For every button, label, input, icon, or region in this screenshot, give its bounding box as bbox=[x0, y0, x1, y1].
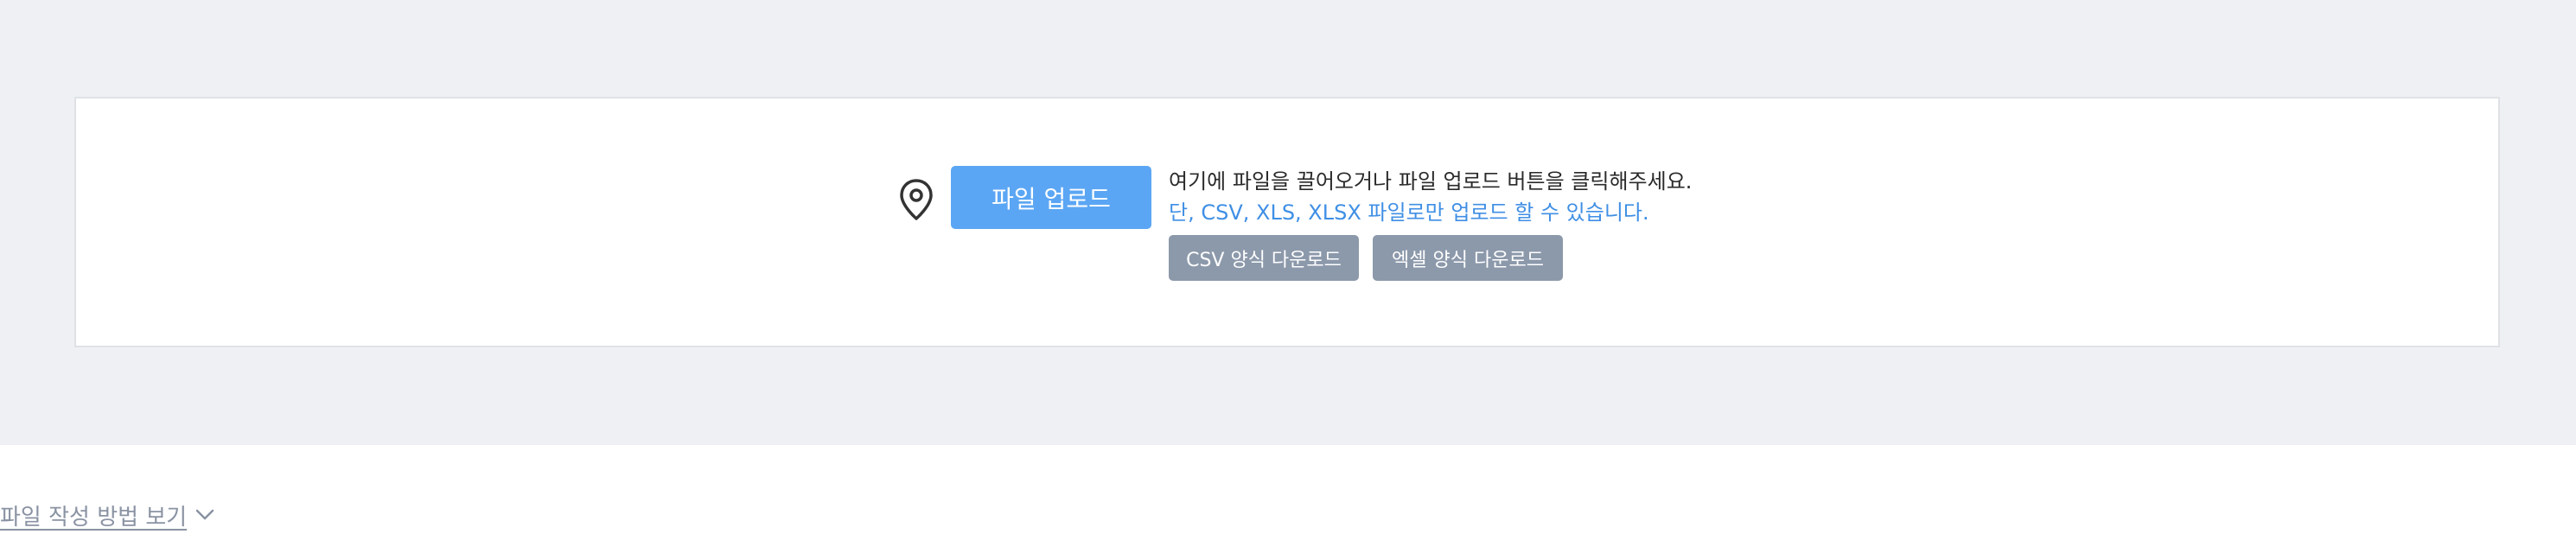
file-guide-label: 파일 작성 방법 보기 bbox=[0, 504, 188, 531]
csv-template-download-button[interactable]: CSV 양식 다운로드 bbox=[1169, 235, 1359, 281]
excel-template-download-button[interactable]: 엑셀 양식 다운로드 bbox=[1373, 235, 1563, 281]
upload-hint: 여기에 파일을 끌어오거나 파일 업로드 버튼을 클릭해주세요. bbox=[1169, 169, 1693, 194]
chevron-down-icon bbox=[195, 509, 214, 520]
map-pin-icon bbox=[900, 179, 933, 220]
file-guide-toggle[interactable]: 파일 작성 방법 보기 bbox=[0, 499, 214, 531]
upload-format-note: 단, CSV, XLS, XLSX 파일로만 업로드 할 수 있습니다. bbox=[1169, 200, 1649, 225]
file-upload-button[interactable]: 파일 업로드 bbox=[951, 166, 1151, 229]
